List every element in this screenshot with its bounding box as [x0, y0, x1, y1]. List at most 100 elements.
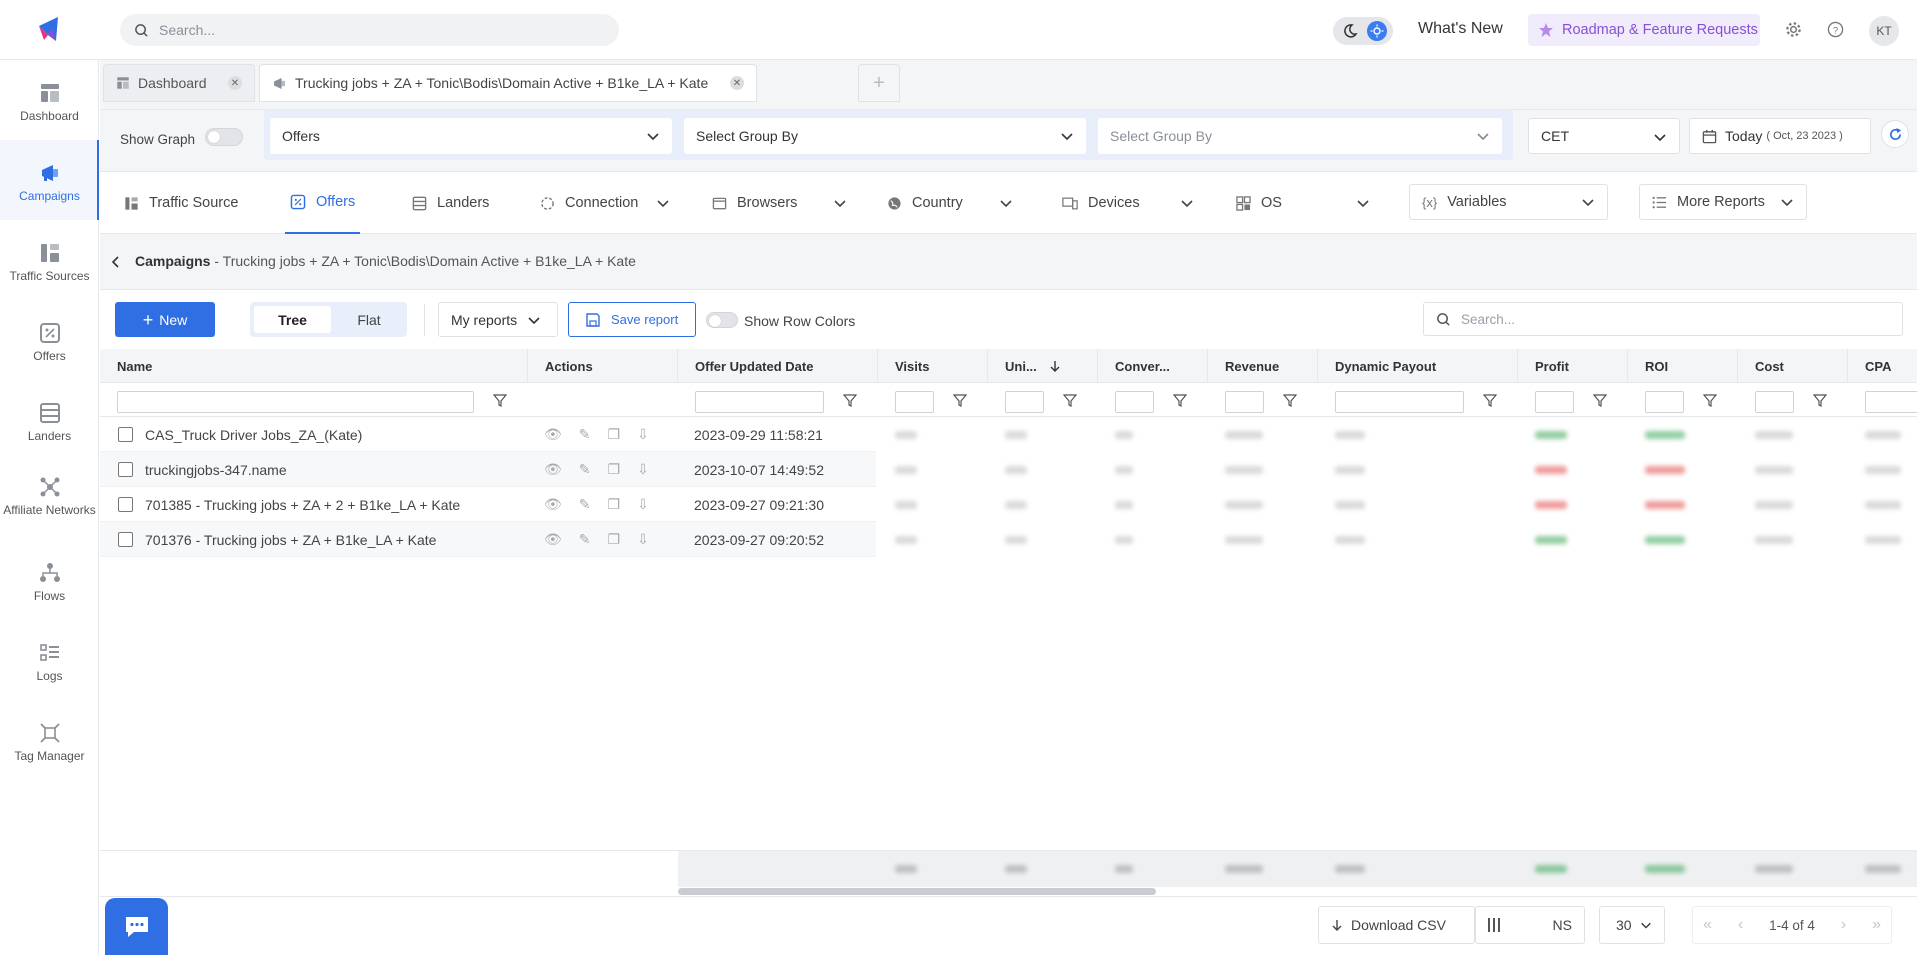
column-header-revenue[interactable]: Revenue — [1225, 349, 1279, 383]
column-header-visits[interactable]: Visits — [895, 349, 929, 383]
tab-dashboard[interactable]: Dashboard ✕ — [103, 64, 255, 102]
group-by-2-select[interactable]: Select Group By — [684, 118, 1086, 154]
sidebar-item-affiliate-networks[interactable]: Affiliate Networks — [0, 476, 99, 516]
row-name[interactable]: CAS_Truck Driver Jobs_ZA_(Kate) — [145, 427, 362, 443]
filter-icon[interactable] — [1483, 393, 1497, 407]
refresh-button[interactable] — [1881, 120, 1909, 148]
add-tab-button[interactable]: + — [858, 64, 900, 102]
cost-filter-input[interactable] — [1755, 391, 1794, 413]
column-header-dynamic-payout[interactable]: Dynamic Payout — [1335, 349, 1436, 383]
horizontal-scrollbar[interactable] — [678, 888, 1156, 895]
variables-dropdown[interactable]: {x} Variables — [1409, 184, 1608, 220]
filter-icon[interactable] — [1063, 393, 1077, 407]
row-checkbox[interactable] — [118, 427, 133, 442]
last-page-icon[interactable]: » — [1872, 916, 1881, 934]
column-header-roi[interactable]: ROI — [1645, 349, 1668, 383]
chat-button[interactable] — [105, 898, 168, 955]
more-reports-dropdown[interactable]: More Reports — [1639, 184, 1807, 220]
table-row[interactable]: CAS_Truck Driver Jobs_ZA_(Kate) 👁 ✎ ❐ ⇩ 202… — [100, 417, 876, 452]
grid-search-input[interactable]: Search... — [1423, 302, 1903, 336]
tree-view-button[interactable]: Tree — [254, 306, 331, 333]
group-by-1-select[interactable]: Offers — [270, 118, 672, 154]
archive-icon[interactable]: ⇩ — [637, 426, 649, 443]
eye-icon[interactable]: 👁 — [544, 426, 562, 443]
revenue-filter-input[interactable] — [1225, 391, 1264, 413]
chevron-left-icon[interactable] — [110, 256, 122, 268]
tab-country[interactable]: Country — [887, 172, 1013, 234]
user-avatar[interactable]: KT — [1869, 16, 1899, 46]
help-icon[interactable]: ? — [1827, 21, 1844, 38]
sidebar-item-traffic-sources[interactable]: Traffic Sources — [0, 242, 99, 282]
filter-icon[interactable] — [843, 393, 857, 407]
eye-icon[interactable]: 👁 — [544, 461, 562, 478]
show-row-colors-toggle[interactable] — [706, 312, 738, 328]
sidebar-item-offers[interactable]: Offers — [0, 322, 99, 362]
unique-filter-input[interactable] — [1005, 391, 1044, 413]
flat-view-button[interactable]: Flat — [335, 306, 403, 333]
filter-icon[interactable] — [1813, 393, 1827, 407]
eye-icon[interactable]: 👁 — [544, 531, 562, 548]
filter-icon[interactable] — [1593, 393, 1607, 407]
filter-icon[interactable] — [1283, 393, 1297, 407]
dynamic-payout-filter-input[interactable] — [1335, 391, 1464, 413]
my-reports-dropdown[interactable]: My reports — [438, 302, 558, 337]
column-settings-button[interactable]: NS — [1475, 906, 1585, 944]
breadcrumb-root[interactable]: Campaigns — [135, 253, 210, 269]
filter-icon[interactable] — [1173, 393, 1187, 407]
app-logo[interactable] — [30, 14, 70, 46]
filter-icon[interactable] — [1703, 393, 1717, 407]
row-checkbox[interactable] — [118, 532, 133, 547]
copy-icon[interactable]: ❐ — [608, 461, 621, 478]
archive-icon[interactable]: ⇩ — [637, 496, 649, 513]
date-filter-input[interactable] — [695, 391, 824, 413]
sidebar-item-campaigns[interactable]: Campaigns — [0, 162, 99, 202]
row-checkbox[interactable] — [118, 497, 133, 512]
sidebar-item-landers[interactable]: Landers — [0, 402, 99, 442]
eye-icon[interactable]: 👁 — [544, 496, 562, 513]
column-header-profit[interactable]: Profit — [1535, 349, 1569, 383]
conversions-filter-input[interactable] — [1115, 391, 1154, 413]
profit-filter-input[interactable] — [1535, 391, 1574, 413]
copy-icon[interactable]: ❐ — [608, 426, 621, 443]
table-row[interactable]: truckingjobs-347.name 👁 ✎ ❐ ⇩ 2023-10-07 14… — [100, 452, 876, 487]
edit-icon[interactable]: ✎ — [579, 461, 591, 478]
row-name[interactable]: 701385 - Trucking jobs + ZA + 2 + B1ke_L… — [145, 497, 460, 513]
column-header-cpa[interactable]: CPA — [1865, 349, 1891, 383]
next-page-icon[interactable]: › — [1841, 916, 1846, 934]
gear-icon[interactable] — [1785, 21, 1802, 38]
tab-connection[interactable]: Connection — [540, 172, 670, 234]
filter-icon[interactable] — [493, 393, 507, 407]
row-name[interactable]: truckingjobs-347.name — [145, 462, 287, 478]
close-icon[interactable]: ✕ — [228, 76, 242, 90]
table-row[interactable]: 701376 - Trucking jobs + ZA + B1ke_LA + … — [100, 522, 876, 557]
archive-icon[interactable]: ⇩ — [637, 531, 649, 548]
new-button[interactable]: + New — [115, 302, 215, 337]
copy-icon[interactable]: ❐ — [608, 496, 621, 513]
filter-icon[interactable] — [953, 393, 967, 407]
edit-icon[interactable]: ✎ — [579, 531, 591, 548]
date-range-picker[interactable]: Today ( Oct, 23 2023 ) — [1689, 118, 1871, 154]
timezone-select[interactable]: CET — [1528, 118, 1680, 154]
first-page-icon[interactable]: « — [1703, 916, 1712, 934]
column-header-name[interactable]: Name — [117, 349, 152, 383]
column-header-unique[interactable]: Uni... — [1005, 349, 1061, 383]
group-by-3-select[interactable]: Select Group By — [1098, 118, 1502, 154]
edit-icon[interactable]: ✎ — [579, 426, 591, 443]
sidebar-item-logs[interactable]: Logs — [0, 642, 99, 682]
whats-new-link[interactable]: What's New — [1418, 20, 1503, 38]
row-name[interactable]: 701376 - Trucking jobs + ZA + B1ke_LA + … — [145, 532, 436, 548]
sidebar-item-dashboard[interactable]: Dashboard — [0, 82, 99, 122]
archive-icon[interactable]: ⇩ — [637, 461, 649, 478]
row-checkbox[interactable] — [118, 462, 133, 477]
tab-offers[interactable]: Offers — [285, 172, 361, 234]
roadmap-button[interactable]: Roadmap & Feature Requests — [1528, 14, 1760, 46]
tab-devices[interactable]: Devices — [1062, 172, 1194, 234]
moon-icon[interactable] — [1341, 22, 1359, 40]
tab-traffic-source[interactable]: Traffic Source — [124, 172, 238, 234]
tab-browsers[interactable]: Browsers — [712, 172, 847, 234]
prev-page-icon[interactable]: ‹ — [1738, 916, 1743, 934]
cpa-filter-input[interactable] — [1865, 391, 1917, 413]
table-row[interactable]: 701385 - Trucking jobs + ZA + 2 + B1ke_L… — [100, 487, 876, 522]
sun-icon[interactable] — [1367, 21, 1387, 41]
sort-desc-icon[interactable] — [1049, 360, 1061, 372]
